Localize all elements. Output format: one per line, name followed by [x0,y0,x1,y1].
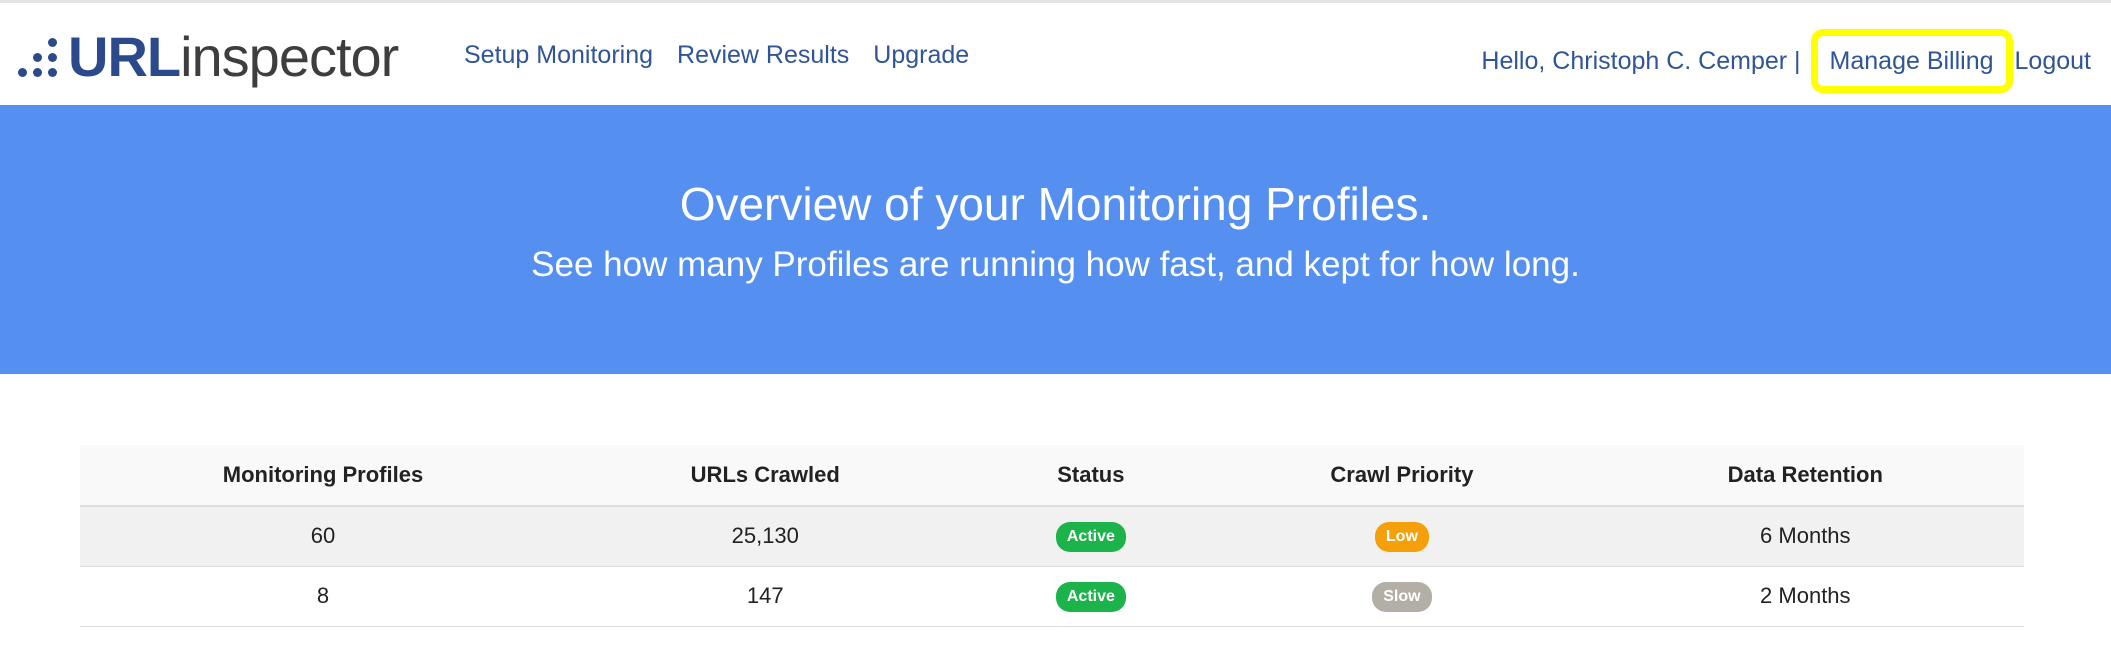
col-monitoring-profiles: Monitoring Profiles [80,445,566,507]
page-title: Overview of your Monitoring Profiles. [679,178,1432,230]
user-greeting: Hello, Christoph C. Cemper | [1481,46,1801,75]
profiles-table-container: Monitoring Profiles URLs Crawled Status … [80,445,2024,627]
main-nav: Setup Monitoring Review Results Upgrade [464,41,969,70]
manage-billing-highlight: Manage Billing [1810,29,2013,93]
col-crawl-priority: Crawl Priority [1217,445,1587,507]
cell-retention: 6 Months [1760,523,1851,549]
logout-link[interactable]: Logout [2015,47,2091,76]
table-row: 8 147 Active Slow 2 Months [80,566,2024,626]
brand-name: URLinspector [68,25,399,88]
navbar: URLinspector Setup Monitoring Review Res… [0,3,2111,105]
cell-urls: 147 [746,583,784,608]
nav-review-results[interactable]: Review Results [677,41,849,70]
user-area: Hello, Christoph C. Cemper | Manage Bill… [1481,29,2091,93]
col-urls-crawled: URLs Crawled [566,445,965,507]
priority-badge: Low [1374,521,1429,552]
page-subtitle: See how many Profiles are running how fa… [531,245,1580,284]
brand-logo[interactable]: URLinspector [14,25,399,89]
cell-retention: 2 Months [1760,583,1851,608]
table-header-row: Monitoring Profiles URLs Crawled Status … [80,445,2024,507]
priority-badge: Slow [1372,581,1432,612]
nav-setup-monitoring[interactable]: Setup Monitoring [464,41,653,70]
status-badge: Active [1055,521,1126,552]
profiles-table: Monitoring Profiles URLs Crawled Status … [80,445,2024,627]
table-row: 60 25,130 Active Low 6 Months [80,506,2024,566]
col-status: Status [964,445,1218,507]
status-badge: Active [1055,581,1126,612]
cell-urls: 25,130 [731,523,799,549]
dots-logo-icon [14,34,60,80]
cell-profiles: 60 [310,523,336,549]
nav-upgrade[interactable]: Upgrade [873,41,969,70]
col-data-retention: Data Retention [1586,445,2024,507]
manage-billing-link[interactable]: Manage Billing [1830,47,1994,76]
cell-profiles: 8 [316,583,330,608]
hero-banner: Overview of your Monitoring Profiles. Se… [0,105,2111,374]
